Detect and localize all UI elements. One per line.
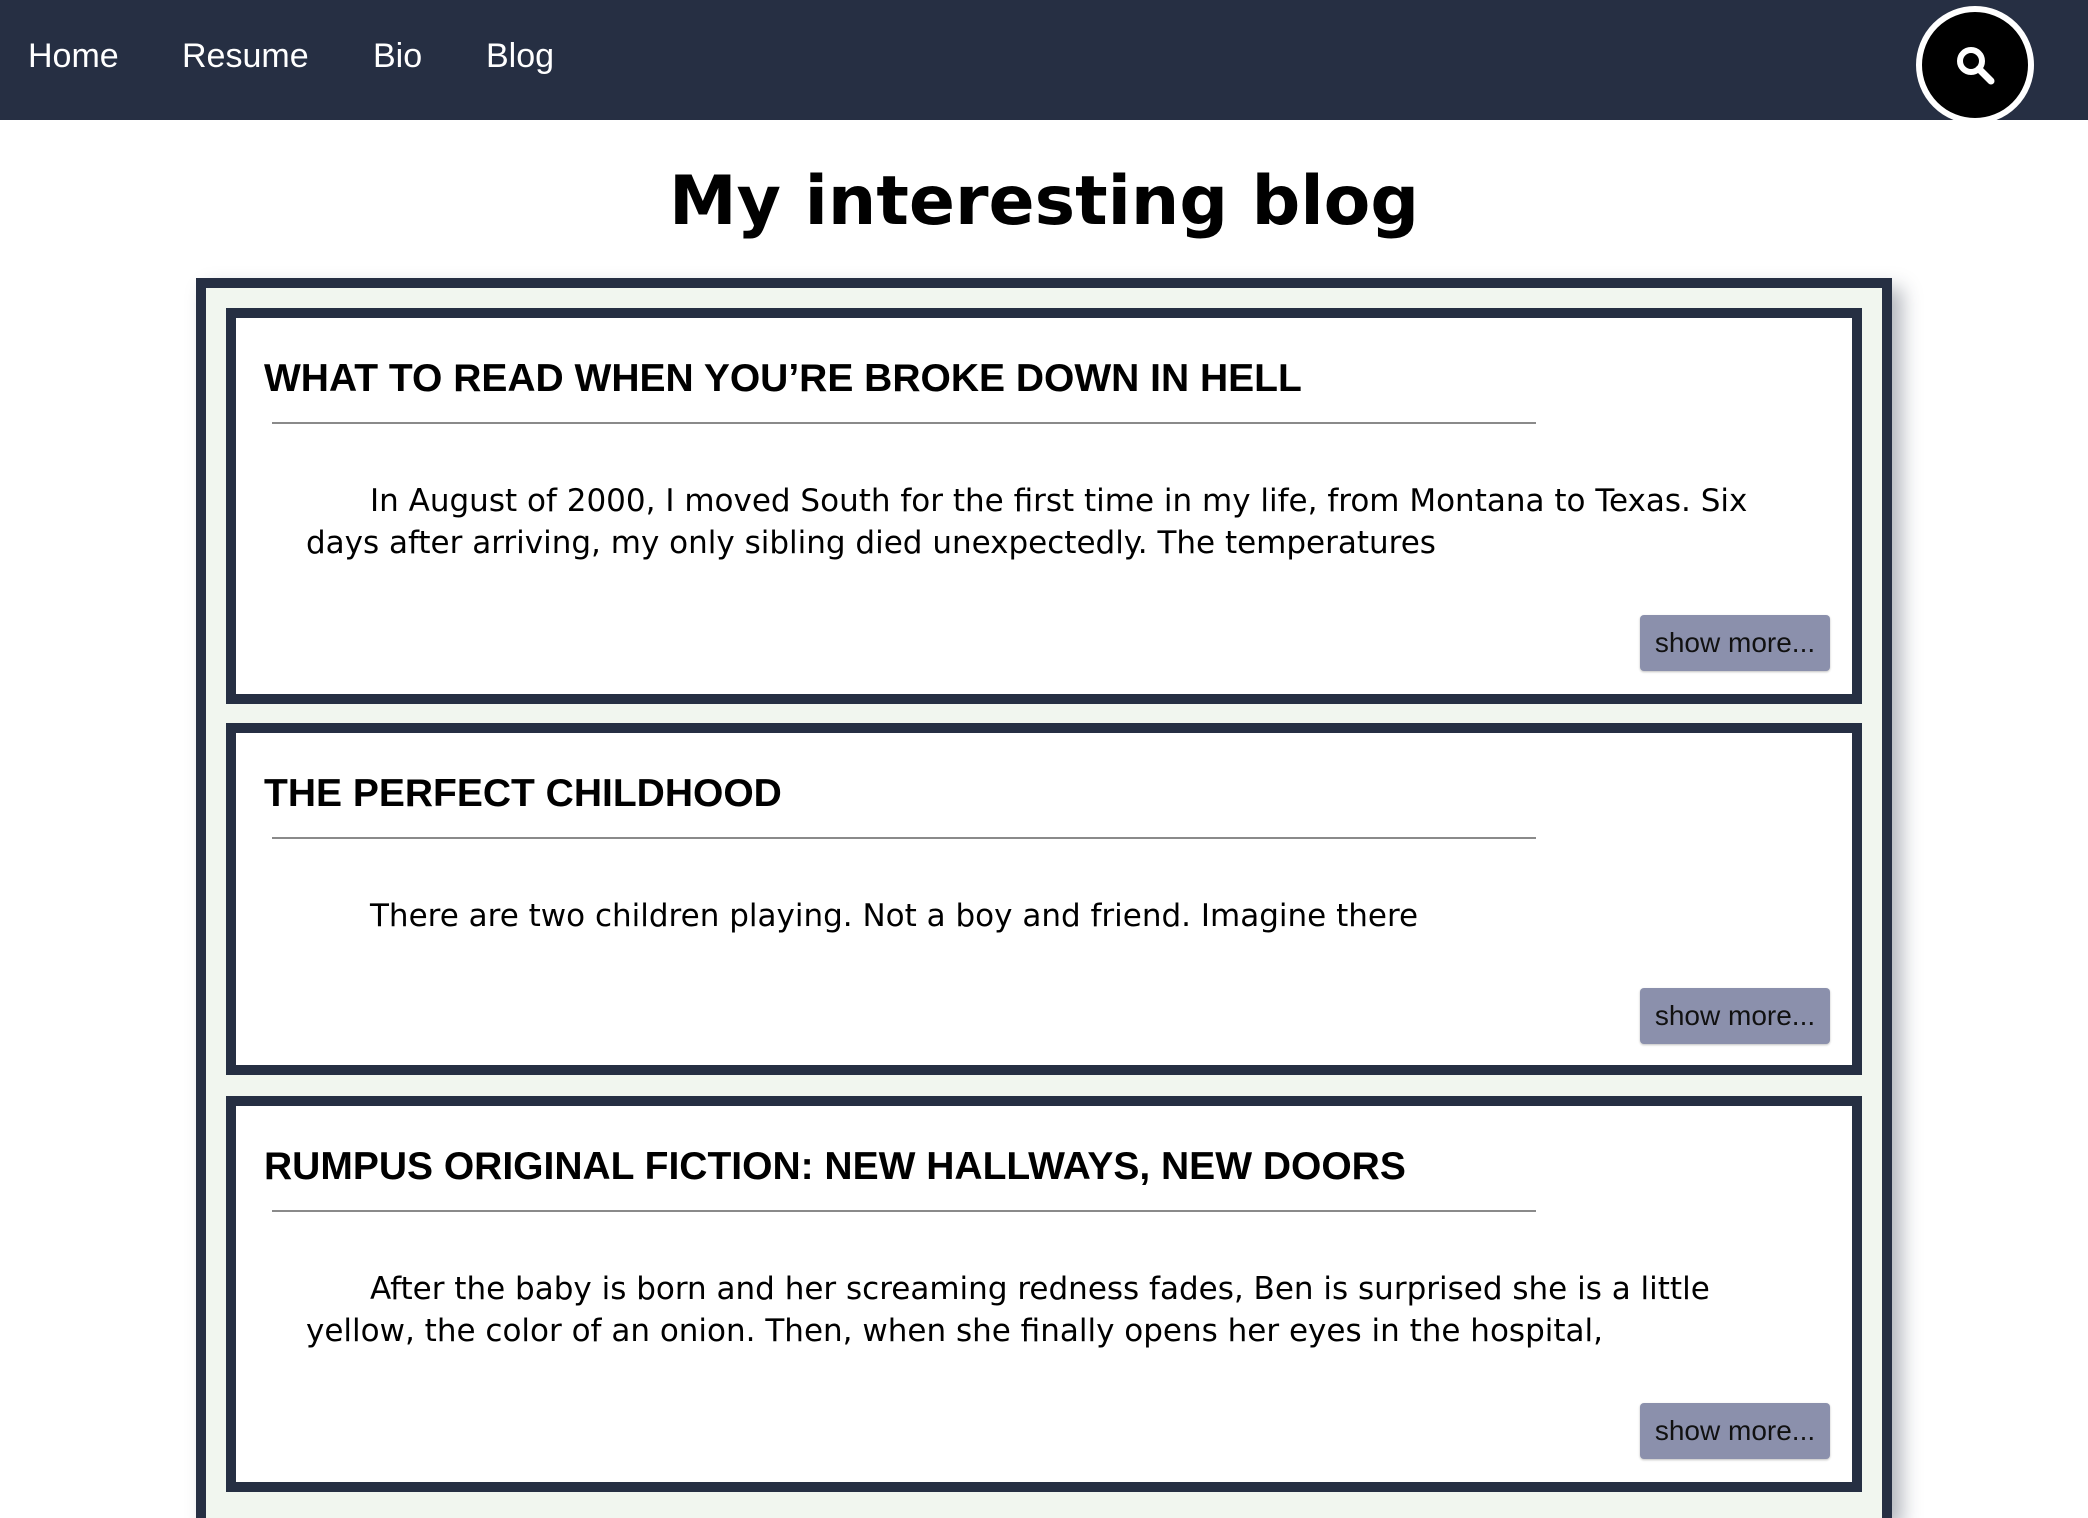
nav-link-blog[interactable]: Blog <box>486 34 554 78</box>
nav-link-resume[interactable]: Resume <box>182 34 309 78</box>
post-title-divider <box>272 422 1536 424</box>
post-excerpt: There are two children playing. Not a bo… <box>370 898 1419 934</box>
show-more-button[interactable]: show more... <box>1640 615 1830 671</box>
post-title[interactable]: WHAT TO READ WHEN YOU’RE BROKE DOWN IN H… <box>264 356 1302 402</box>
post-title[interactable]: RUMPUS ORIGINAL FICTION: NEW HALLWAYS, N… <box>264 1144 1406 1190</box>
top-navbar: Home Resume Bio Blog <box>0 0 2088 124</box>
post-title[interactable]: THE PERFECT CHILDHOOD <box>264 771 782 817</box>
post-excerpt: In August of 2000, I moved South for the… <box>306 483 1748 561</box>
show-more-button[interactable]: show more... <box>1640 988 1830 1044</box>
search-icon <box>1957 47 1995 85</box>
post-title-divider <box>272 837 1536 839</box>
page-title: My interesting blog <box>668 162 1420 241</box>
show-more-button[interactable]: show more... <box>1640 1403 1830 1459</box>
search-button[interactable] <box>1916 6 2034 124</box>
post-title-divider <box>272 1210 1536 1212</box>
nav-link-home[interactable]: Home <box>28 34 119 78</box>
nav-link-bio[interactable]: Bio <box>373 34 422 78</box>
post-excerpt: After the baby is born and her screaming… <box>306 1271 1710 1349</box>
